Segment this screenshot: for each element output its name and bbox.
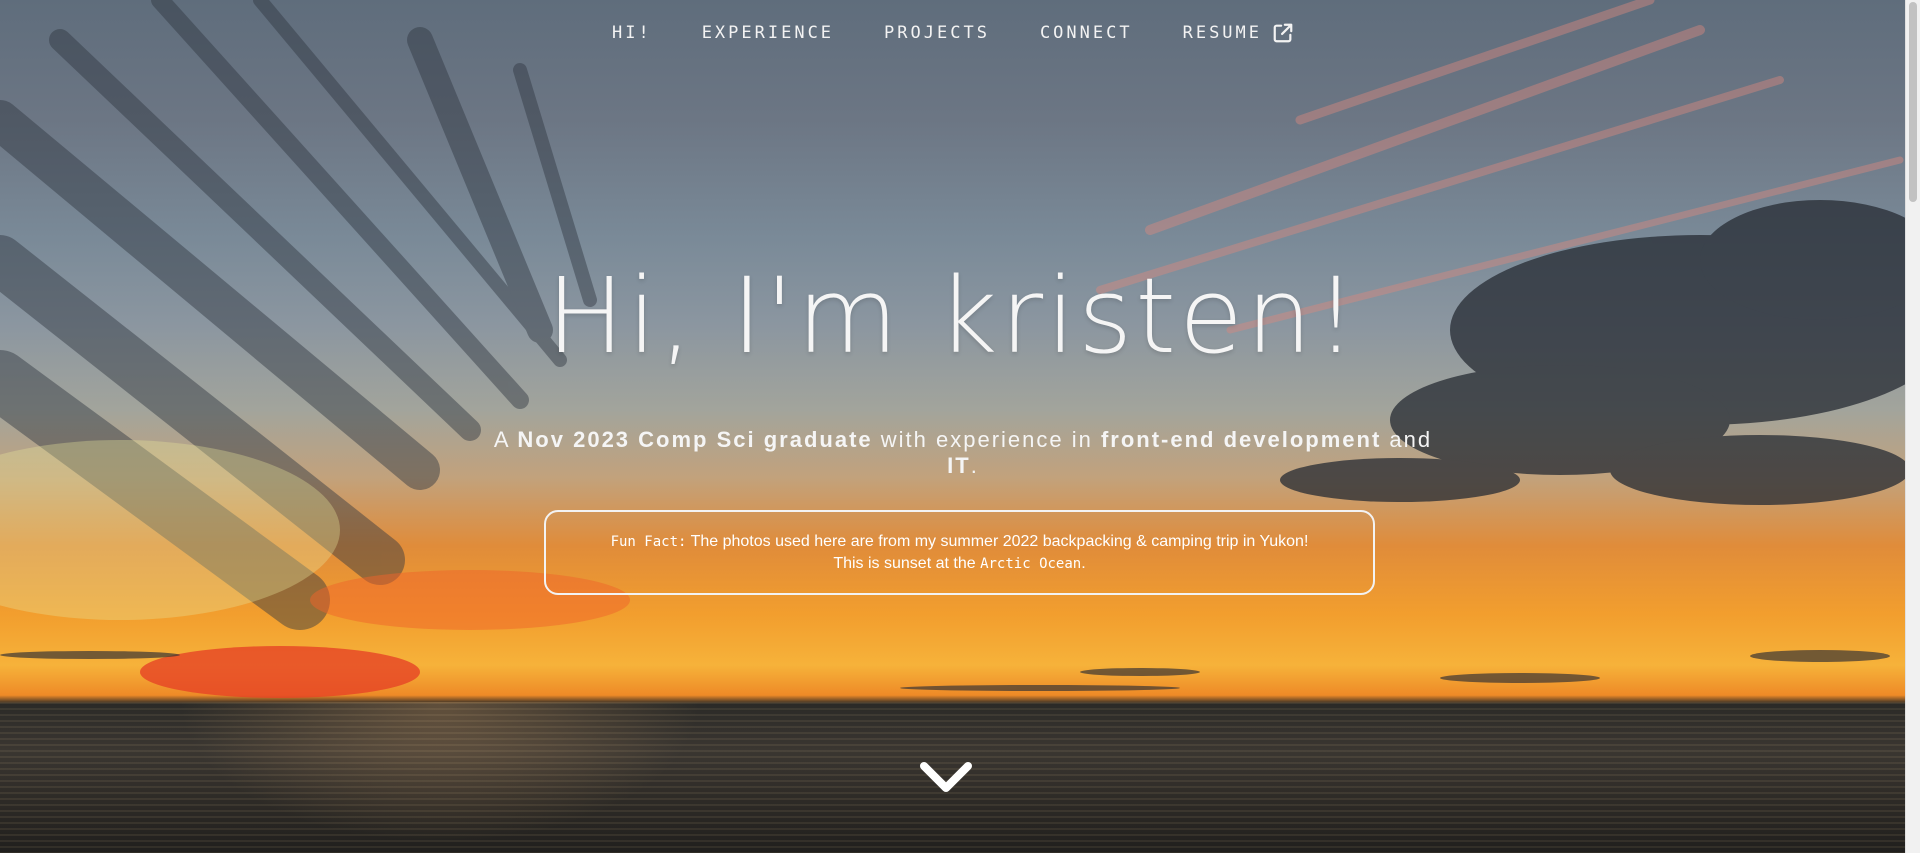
fun-fact-tag: Fun Fact:: [610, 533, 687, 550]
nav-link-resume[interactable]: Resume: [1183, 22, 1294, 44]
nav-link-projects-label: Projects: [884, 23, 990, 43]
external-link-icon: [1273, 23, 1293, 43]
subtitle-it: IT: [947, 453, 971, 478]
nav-link-experience[interactable]: Experience: [702, 23, 834, 43]
chevron-down-icon[interactable]: [918, 758, 974, 796]
subtitle-text-2: with experience in: [872, 427, 1101, 452]
nav-link-hi[interactable]: Hi!: [612, 23, 652, 43]
nav-link-connect[interactable]: Connect: [1040, 23, 1133, 43]
nav-link-projects[interactable]: Projects: [884, 23, 990, 43]
fun-fact-line-1: Fun Fact: The photos used here are from …: [611, 531, 1309, 553]
subtitle-text-3: and: [1381, 427, 1433, 452]
top-navigation: Hi! Experience Projects Connect Resume: [0, 18, 1906, 48]
fun-fact-text: The photos used here are from my summer …: [686, 532, 1309, 550]
hero-subtitle: A Nov 2023 Comp Sci graduate with experi…: [480, 427, 1446, 479]
nav-link-experience-label: Experience: [701, 23, 835, 43]
scrollbar-thumb[interactable]: [1909, 2, 1917, 202]
fun-fact-location: Arctic Ocean: [980, 555, 1082, 572]
subtitle-text-1: A: [493, 427, 518, 452]
fun-fact-location-prefix: This is sunset at the: [833, 554, 981, 572]
fun-fact-location-suffix: .: [1081, 554, 1086, 572]
nav-link-hi-label: Hi!: [611, 23, 652, 43]
subtitle-frontend: front-end development: [1100, 427, 1382, 452]
subtitle-degree: Nov 2023 Comp Sci graduate: [517, 427, 873, 452]
fun-fact-box: Fun Fact: The photos used here are from …: [544, 510, 1375, 595]
page-title: Hi, I'm kristen!: [546, 255, 1360, 377]
nav-link-resume-label: Resume: [1182, 23, 1263, 43]
hero-section: Hi! Experience Projects Connect Resume H…: [0, 0, 1920, 853]
subtitle-text-4: .: [970, 453, 979, 478]
scrollbar[interactable]: [1905, 0, 1920, 853]
nav-link-connect-label: Connect: [1039, 23, 1133, 43]
fun-fact-line-2: This is sunset at the Arctic Ocean.: [833, 553, 1085, 575]
